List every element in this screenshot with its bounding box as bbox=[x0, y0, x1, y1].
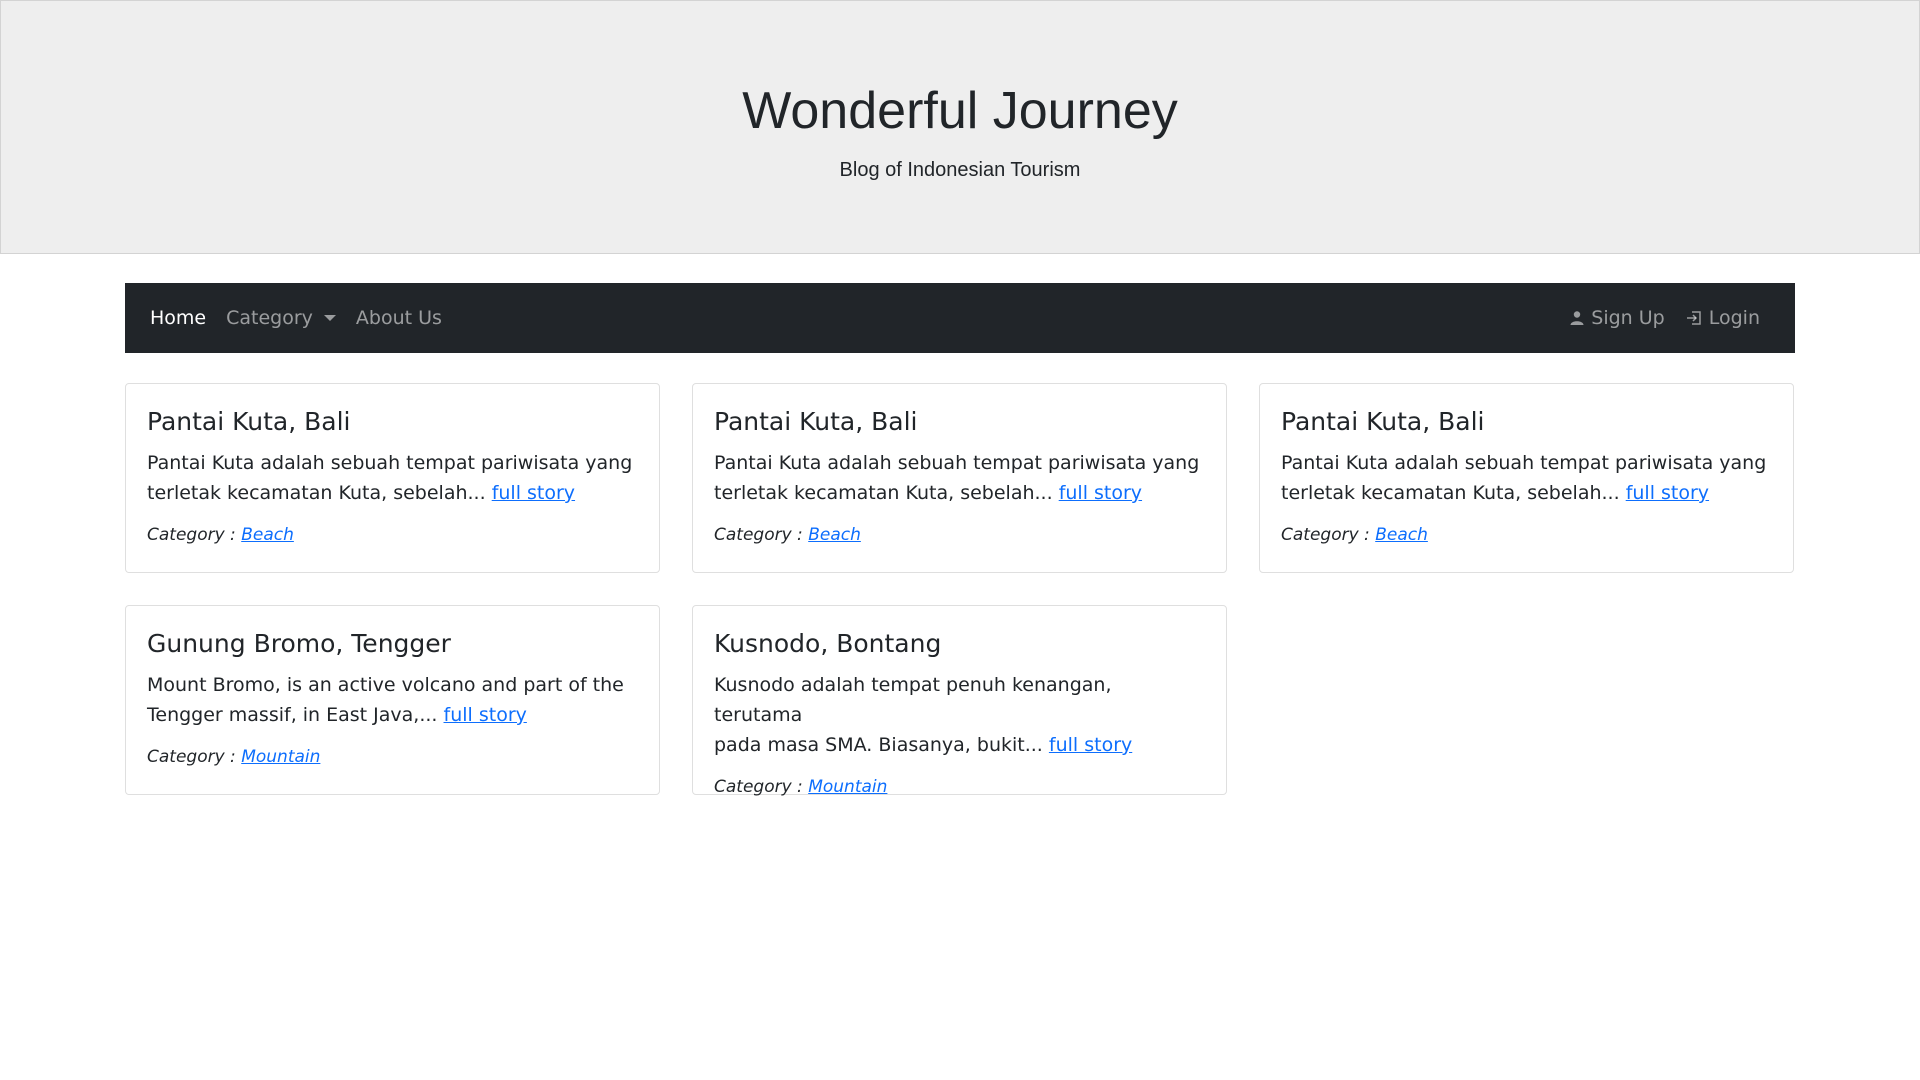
nav-login-link[interactable]: Login bbox=[1675, 307, 1770, 329]
category-link[interactable]: Mountain bbox=[808, 777, 887, 797]
post-category: Category : Beach bbox=[147, 524, 638, 546]
post-title: Kusnodo, Bontang bbox=[714, 629, 942, 658]
post-card: Pantai Kuta, Bali Pantai Kuta adalah seb… bbox=[692, 383, 1227, 573]
site-header: Wonderful Journey Blog of Indonesian Tou… bbox=[0, 0, 1920, 254]
full-story-link[interactable]: full story bbox=[1059, 482, 1142, 504]
post-card: Pantai Kuta, Bali Pantai Kuta adalah seb… bbox=[125, 383, 660, 573]
nav-left-group: Home Category About Us bbox=[125, 307, 452, 329]
category-link[interactable]: Beach bbox=[1375, 525, 1428, 545]
post-title: Pantai Kuta, Bali bbox=[147, 407, 351, 436]
post-excerpt-line: terletak kecamatan Kuta, sebelah... bbox=[714, 482, 1053, 504]
nav-signup-label: Sign Up bbox=[1591, 307, 1665, 329]
post-title: Pantai Kuta, Bali bbox=[1281, 407, 1485, 436]
nav-signup-link[interactable]: Sign Up bbox=[1559, 307, 1674, 329]
category-link[interactable]: Mountain bbox=[241, 747, 320, 767]
category-prefix: Category : bbox=[714, 525, 803, 545]
post-excerpt-line: Mount Bromo, is an active volcano and pa… bbox=[147, 674, 624, 696]
post-title: Gunung Bromo, Tengger bbox=[147, 629, 451, 658]
caret-down-icon bbox=[323, 315, 336, 321]
post-excerpt-line: terletak kecamatan Kuta, sebelah... bbox=[1281, 482, 1620, 504]
main-navbar: Home Category About Us Sign Up Login bbox=[125, 283, 1795, 353]
user-icon bbox=[1569, 310, 1585, 326]
post-excerpt-line: Pantai Kuta adalah sebuah tempat pariwis… bbox=[1281, 452, 1767, 474]
category-link[interactable]: Beach bbox=[808, 525, 861, 545]
nav-login-label: Login bbox=[1708, 307, 1760, 329]
full-story-link[interactable]: full story bbox=[1626, 482, 1709, 504]
category-prefix: Category : bbox=[1281, 525, 1370, 545]
post-excerpt-line: Kusnodo adalah tempat penuh kenangan, te… bbox=[714, 674, 1112, 726]
category-prefix: Category : bbox=[147, 747, 236, 767]
post-category: Category : Mountain bbox=[147, 746, 638, 768]
post-excerpt-line: Pantai Kuta adalah sebuah tempat pariwis… bbox=[714, 452, 1200, 474]
category-link[interactable]: Beach bbox=[241, 525, 294, 545]
post-excerpt: Pantai Kuta adalah sebuah tempat pariwis… bbox=[147, 448, 638, 508]
post-excerpt-line: Tengger massif, in East Java,... bbox=[147, 704, 438, 726]
post-card: Gunung Bromo, Tengger Mount Bromo, is an… bbox=[125, 605, 660, 795]
post-excerpt: Pantai Kuta adalah sebuah tempat pariwis… bbox=[1281, 448, 1772, 508]
post-category: Category : Beach bbox=[714, 524, 1205, 546]
post-excerpt-line: terletak kecamatan Kuta, sebelah... bbox=[147, 482, 486, 504]
full-story-link[interactable]: full story bbox=[444, 704, 527, 726]
nav-about-link[interactable]: About Us bbox=[346, 307, 452, 329]
login-icon bbox=[1685, 309, 1703, 327]
post-category: Category : Beach bbox=[1281, 524, 1772, 546]
post-excerpt: Mount Bromo, is an active volcano and pa… bbox=[147, 670, 638, 730]
site-title: Wonderful Journey bbox=[742, 82, 1178, 140]
post-excerpt: Pantai Kuta adalah sebuah tempat pariwis… bbox=[714, 448, 1205, 508]
post-excerpt-line: Pantai Kuta adalah sebuah tempat pariwis… bbox=[147, 452, 633, 474]
post-excerpt-line: pada masa SMA. Biasanya, bukit... bbox=[714, 734, 1043, 756]
nav-home-link[interactable]: Home bbox=[150, 307, 216, 329]
post-title: Pantai Kuta, Bali bbox=[714, 407, 918, 436]
category-prefix: Category : bbox=[147, 525, 236, 545]
post-category: Category : Mountain bbox=[714, 776, 1205, 798]
category-prefix: Category : bbox=[714, 777, 803, 797]
post-excerpt: Kusnodo adalah tempat penuh kenangan, te… bbox=[714, 670, 1205, 760]
post-card: Kusnodo, Bontang Kusnodo adalah tempat p… bbox=[692, 605, 1227, 798]
site-subtitle: Blog of Indonesian Tourism bbox=[839, 159, 1081, 181]
nav-category-dropdown[interactable]: Category bbox=[216, 307, 346, 329]
post-card: Pantai Kuta, Bali Pantai Kuta adalah seb… bbox=[1259, 383, 1794, 573]
full-story-link[interactable]: full story bbox=[492, 482, 575, 504]
full-story-link[interactable]: full story bbox=[1049, 734, 1132, 756]
nav-category-label: Category bbox=[226, 307, 313, 329]
nav-right-group: Sign Up Login bbox=[1559, 307, 1795, 329]
